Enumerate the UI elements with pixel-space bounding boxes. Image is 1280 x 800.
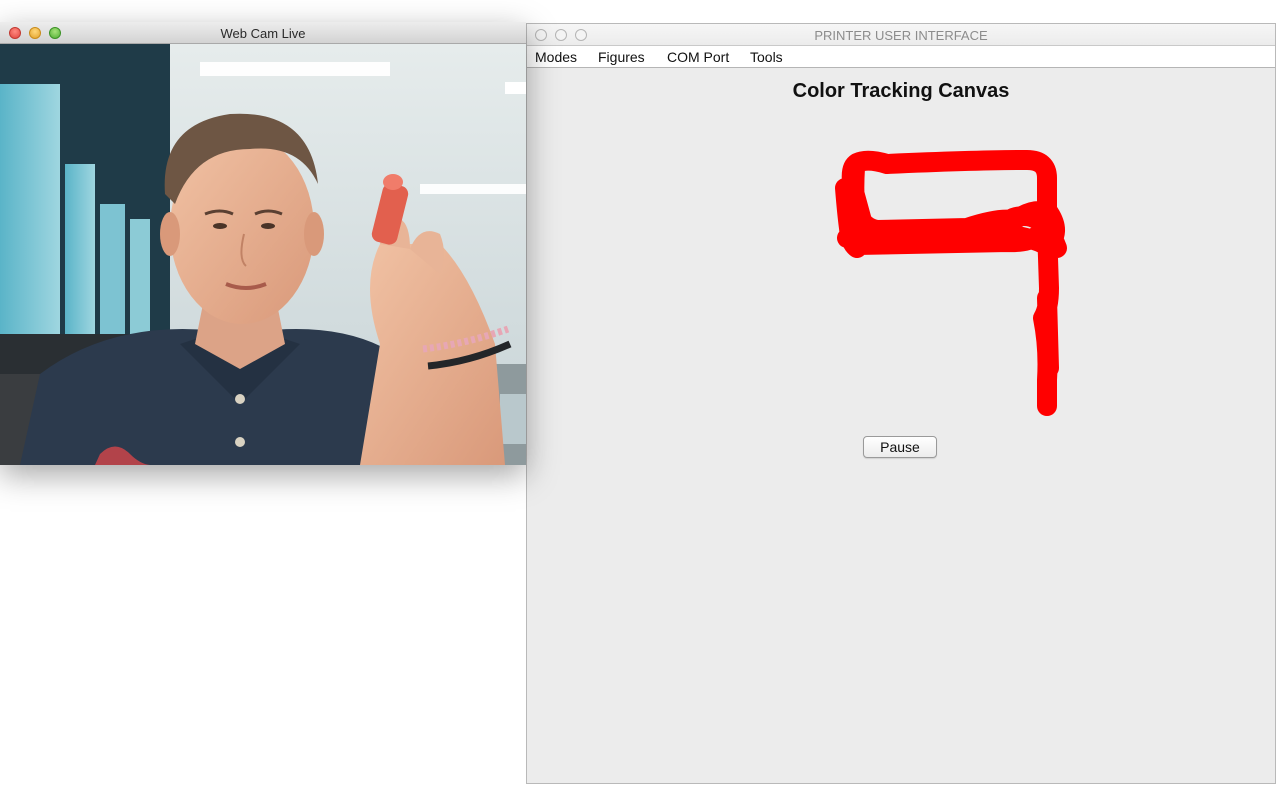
pause-button[interactable]: Pause [863, 436, 937, 458]
menu-modes[interactable]: Modes [535, 49, 577, 65]
menu-figures[interactable]: Figures [598, 49, 645, 65]
printer-window: PRINTER USER INTERFACE Modes Figures COM… [526, 23, 1276, 784]
webcam-titlebar[interactable]: Web Cam Live [0, 22, 526, 44]
menu-tools[interactable]: Tools [750, 49, 783, 65]
printer-titlebar[interactable]: PRINTER USER INTERFACE [527, 24, 1275, 46]
webcam-window-title: Web Cam Live [220, 26, 306, 41]
printer-window-title: PRINTER USER INTERFACE [814, 28, 988, 43]
desktop: Web Cam Live PRINTER USER INTERFACE Mode… [0, 0, 1280, 800]
menu-bar: Modes Figures COM Port Tools [527, 46, 1275, 68]
color-tracking-panel: Color Tracking Canvas Pause [527, 68, 1275, 783]
tracked-stroke [835, 150, 1067, 416]
webcam-frame-image [0, 44, 526, 465]
webcam-window: Web Cam Live [0, 22, 526, 465]
menu-com-port[interactable]: COM Port [667, 49, 729, 65]
webcam-feed [0, 44, 526, 465]
tracking-canvas[interactable] [527, 68, 1275, 468]
